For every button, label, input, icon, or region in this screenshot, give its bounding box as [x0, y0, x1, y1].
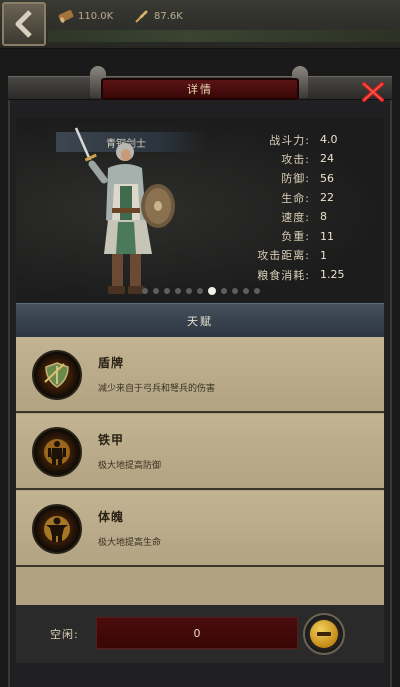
page-dot[interactable]	[175, 288, 181, 294]
panel-header: 详情	[0, 64, 400, 108]
talent-row[interactable]: 铁甲 极大地提高防御	[16, 414, 384, 490]
unit-stats: 战斗力: 4.0 攻击: 24 防御: 56 生命: 22 速度: 8 负重: 11 攻击距离: 1 粮食消…	[244, 130, 384, 284]
stat-label: 速度:	[281, 210, 310, 224]
food-amount: 87.6K	[154, 10, 183, 22]
page-dot[interactable]	[153, 288, 159, 294]
panel-title: 详情	[101, 78, 299, 100]
talent-description: 减少来自于弓兵和弩兵的伤害	[98, 384, 216, 394]
stat-row: 粮食消耗: 1.25	[244, 265, 384, 284]
stat-label: 防御:	[281, 172, 310, 186]
stat-label: 战斗力:	[269, 133, 310, 147]
page-dot[interactable]	[243, 288, 249, 294]
swordsman-portrait	[74, 127, 175, 294]
stat-row: 速度: 8	[244, 207, 384, 226]
talent-row[interactable]: 盾牌减少来自于弓兵和弩兵的伤害	[16, 337, 384, 413]
stat-label: 负重:	[281, 230, 310, 244]
page-dot[interactable]	[221, 288, 227, 294]
minus-icon	[310, 620, 338, 648]
stat-value: 8	[320, 210, 327, 224]
talent-section-title: 天赋	[16, 303, 384, 339]
stat-value: 4.0	[320, 133, 338, 147]
stat-value: 56	[320, 171, 334, 185]
talent-description: 极大地提高防御	[98, 461, 162, 471]
page-dot-active[interactable]	[208, 287, 216, 295]
stat-label: 粮食消耗:	[257, 268, 310, 282]
top-strip	[48, 30, 400, 42]
stat-value: 24	[320, 152, 334, 166]
decrease-button[interactable]	[303, 613, 345, 655]
wheat-icon	[135, 10, 148, 23]
stat-row: 防御: 56	[244, 169, 384, 188]
page-dot[interactable]	[164, 288, 170, 294]
wood-resource: 110.0K	[58, 8, 113, 24]
wood-amount: 110.0K	[78, 10, 114, 22]
stat-row: 负重: 11	[244, 226, 384, 245]
talent-list: 盾牌减少来自于弓兵和弩兵的伤害铁甲极大地提高防御体魄极大地提高生命	[16, 337, 384, 605]
top-bar: 110.0K 87.6K	[0, 0, 400, 49]
food-resource: 87.6K	[134, 8, 183, 24]
talent-description: 极大地提高生命	[98, 538, 162, 548]
page-indicator	[142, 287, 260, 296]
wood-icon	[58, 10, 74, 23]
talent-title: 盾牌	[98, 356, 125, 370]
page-dot[interactable]	[197, 288, 203, 294]
talent-row[interactable]: 体魄 极大地提高生命	[16, 491, 384, 567]
talent-title: 体魄	[98, 510, 125, 524]
stat-label: 攻击:	[281, 152, 310, 166]
close-icon	[362, 82, 384, 102]
stat-row: 生命: 22	[244, 188, 384, 207]
stat-value: 1.25	[320, 268, 345, 282]
stat-label: 生命:	[281, 191, 310, 205]
shield-icon	[32, 350, 82, 400]
stat-value: 11	[320, 229, 334, 243]
page-dot[interactable]	[186, 288, 192, 294]
chevron-left-icon	[15, 10, 32, 38]
stat-value: 22	[320, 191, 334, 205]
talent-title: 铁甲	[98, 433, 125, 447]
iron-armor-icon	[32, 427, 82, 477]
stat-row: 攻击距离: 1	[244, 246, 384, 265]
close-button[interactable]	[360, 80, 386, 104]
page-dot[interactable]	[232, 288, 238, 294]
stat-value: 1	[320, 248, 327, 262]
page-dot[interactable]	[142, 288, 148, 294]
stat-row: 战斗力: 4.0	[244, 130, 384, 149]
back-button[interactable]	[2, 2, 46, 46]
page-dot[interactable]	[254, 288, 260, 294]
stat-row: 攻击: 24	[244, 149, 384, 168]
idle-label: 空闲:	[50, 628, 79, 641]
physique-icon	[32, 504, 82, 554]
stat-label: 攻击距离:	[257, 249, 310, 263]
idle-count-field[interactable]: 0	[96, 617, 298, 649]
